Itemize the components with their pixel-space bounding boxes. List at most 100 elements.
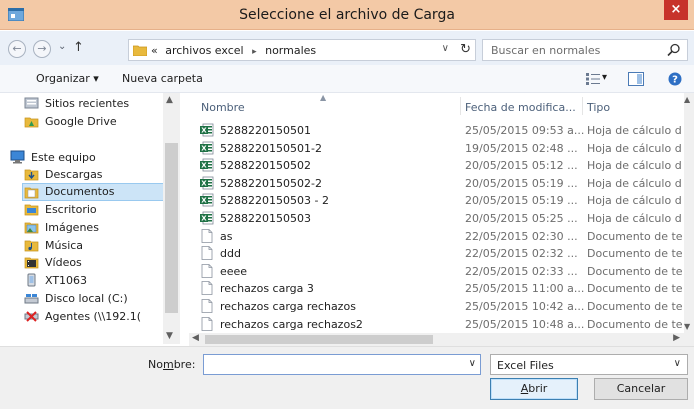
nav-item-network-drive[interactable]: Agentes (\\192.1( bbox=[24, 308, 164, 326]
scroll-up-icon[interactable]: ▲ bbox=[166, 95, 173, 105]
nav-item-local-disk[interactable]: Disco local (C:) bbox=[24, 290, 164, 308]
breadcrumb-item[interactable]: archivos excel bbox=[165, 44, 243, 57]
organize-menu[interactable]: Organizar ▾ bbox=[36, 72, 99, 85]
file-row[interactable]: X 5288220150501-2 19/05/2015 02:48 ... Hoja… bbox=[189, 140, 694, 157]
nav-item-label: Google Drive bbox=[45, 115, 117, 128]
nav-item-downloads[interactable]: Descargas bbox=[24, 166, 164, 184]
title-bar: Seleccione el archivo de Carga × bbox=[0, 0, 694, 30]
address-path[interactable]: « archivos excel ▸ normales ∨ ↻ bbox=[128, 39, 476, 61]
file-type: Hoja de cálculo d bbox=[587, 124, 682, 137]
view-dropdown-icon[interactable]: ▾ bbox=[602, 72, 607, 83]
file-name: 5288220150503 - 2 bbox=[220, 194, 329, 208]
scrollbar-thumb[interactable] bbox=[205, 335, 433, 344]
file-row[interactable]: X 5288220150501 25/05/2015 09:53 a... Hoja … bbox=[189, 122, 694, 139]
file-row[interactable]: eeee 22/05/2015 02:33 ... Documento de te bbox=[189, 263, 694, 280]
file-name: rechazos carga 3 bbox=[220, 282, 314, 296]
nav-item-documents[interactable]: Documentos bbox=[22, 183, 164, 201]
column-header-date[interactable]: Fecha de modifica... bbox=[465, 101, 576, 114]
file-date: 20/05/2015 05:19 ... bbox=[465, 176, 578, 190]
file-row[interactable]: rechazos carga 3 25/05/2015 11:00 a... Doc… bbox=[189, 280, 694, 297]
file-row[interactable]: X 5288220150503 20/05/2015 05:25 ... Hoja d… bbox=[189, 210, 694, 227]
scroll-left-icon[interactable]: ◀ bbox=[192, 333, 199, 343]
excel-file-icon: X bbox=[200, 158, 214, 172]
nav-item-label: Este equipo bbox=[31, 151, 96, 164]
file-date: 22/05/2015 02:33 ... bbox=[465, 264, 578, 278]
file-row[interactable]: X 5288220150503 - 2 20/05/2015 05:19 ... Ho… bbox=[189, 192, 694, 209]
file-row[interactable]: ddd 22/05/2015 02:32 ... Documento de te bbox=[189, 245, 694, 262]
new-folder-button[interactable]: Nueva carpeta bbox=[122, 72, 203, 85]
command-toolbar: Organizar ▾ Nueva carpeta ▾ ? bbox=[0, 65, 694, 93]
scroll-right-icon[interactable]: ▶ bbox=[673, 333, 680, 343]
column-divider[interactable] bbox=[460, 97, 461, 115]
scrollbar-thumb[interactable] bbox=[165, 143, 178, 313]
view-options-icon[interactable] bbox=[586, 73, 600, 85]
nav-item-music[interactable]: Música bbox=[24, 237, 164, 255]
file-row[interactable]: rechazos carga rechazos2 25/05/2015 10:48… bbox=[189, 316, 694, 333]
nav-item-pictures[interactable]: Imágenes bbox=[24, 219, 164, 237]
nav-item-google-drive[interactable]: Google Drive bbox=[24, 113, 164, 131]
recent-locations-dropdown[interactable]: ⌄ bbox=[58, 41, 66, 52]
help-icon[interactable]: ? bbox=[668, 72, 682, 86]
search-placeholder: Buscar en normales bbox=[491, 44, 601, 57]
search-icon[interactable] bbox=[667, 43, 681, 57]
breadcrumb: « archivos excel ▸ normales bbox=[151, 44, 316, 57]
up-button[interactable]: ↑ bbox=[73, 40, 84, 55]
file-row[interactable]: as 22/05/2015 02:30 ... Documento de te bbox=[189, 228, 694, 245]
scroll-down-icon[interactable]: ▼ bbox=[166, 331, 173, 341]
file-type: Documento de te bbox=[587, 300, 683, 313]
address-dropdown-icon[interactable]: ∨ bbox=[442, 43, 449, 54]
back-button[interactable]: ← bbox=[8, 40, 26, 58]
excel-file-icon: X bbox=[200, 141, 214, 154]
column-divider[interactable] bbox=[582, 97, 583, 115]
nav-item-label: Vídeos bbox=[45, 256, 82, 269]
file-type-dropdown-icon[interactable]: ∨ bbox=[674, 358, 681, 369]
navigation-scrollbar[interactable]: ▲ ▼ bbox=[163, 93, 180, 344]
nav-item-xt1063[interactable]: XT1063 bbox=[24, 272, 164, 290]
scroll-up-icon[interactable]: ▲ bbox=[684, 95, 690, 104]
search-input[interactable]: Buscar en normales bbox=[482, 39, 688, 61]
file-list-vertical-scrollbar[interactable]: ▲ ▼ bbox=[684, 93, 694, 333]
file-row[interactable]: X 5288220150502 20/05/2015 05:12 ... Hoja d… bbox=[189, 157, 694, 174]
nav-item-videos[interactable]: Vídeos bbox=[24, 254, 164, 272]
preview-pane-icon[interactable] bbox=[628, 72, 644, 86]
nav-item-this-pc[interactable]: Este equipo bbox=[10, 149, 164, 167]
breadcrumb-item[interactable]: normales bbox=[265, 44, 316, 57]
open-button[interactable]: Abrir bbox=[490, 378, 578, 400]
breadcrumb-overflow[interactable]: « bbox=[151, 44, 158, 57]
column-header-type[interactable]: Tipo bbox=[587, 101, 610, 114]
refresh-icon[interactable]: ↻ bbox=[460, 42, 471, 57]
file-name: eeee bbox=[220, 264, 248, 278]
address-bar: ← → ⌄ ↑ « archivos excel ▸ normales ∨ ↻ … bbox=[0, 31, 694, 65]
file-type: Hoja de cálculo d bbox=[587, 176, 682, 190]
filename-input[interactable]: ∨ bbox=[203, 354, 481, 375]
device-icon bbox=[27, 273, 36, 287]
file-list-horizontal-scrollbar[interactable]: ◀ ▶ bbox=[189, 333, 694, 346]
cancel-button[interactable]: Cancelar bbox=[594, 378, 688, 400]
google-drive-icon bbox=[24, 117, 39, 128]
file-date: 20/05/2015 05:25 ... bbox=[465, 212, 578, 225]
column-header-name[interactable]: Nombre bbox=[201, 101, 245, 114]
scroll-down-icon[interactable]: ▼ bbox=[684, 322, 690, 331]
file-type-select[interactable]: Excel Files ∨ bbox=[490, 354, 688, 375]
text-file-icon bbox=[201, 316, 213, 331]
svg-text:X: X bbox=[201, 215, 207, 223]
text-file-icon bbox=[201, 299, 213, 313]
file-date: 25/05/2015 09:53 a... bbox=[465, 124, 585, 137]
file-row[interactable]: rechazos carga rechazos 25/05/2015 10:42 … bbox=[189, 298, 694, 315]
nav-item-recent-places[interactable]: Sitios recientes bbox=[24, 95, 164, 113]
videos-icon bbox=[24, 257, 39, 269]
filename-dropdown-icon[interactable]: ∨ bbox=[469, 358, 476, 369]
file-row[interactable]: X 5288220150502-2 20/05/2015 05:19 ... Hoja… bbox=[189, 175, 694, 192]
file-date: 22/05/2015 02:32 ... bbox=[465, 247, 578, 261]
nav-item-label: Agentes (\\192.1( bbox=[45, 310, 142, 323]
breadcrumb-separator-icon[interactable]: ▸ bbox=[252, 47, 257, 57]
network-drive-icon bbox=[24, 311, 39, 322]
nav-item-desktop[interactable]: Escritorio bbox=[24, 201, 164, 219]
file-name: 5288220150503 bbox=[220, 212, 311, 225]
close-button[interactable]: × bbox=[664, 0, 688, 20]
forward-button[interactable]: → bbox=[33, 40, 51, 58]
file-date: 25/05/2015 11:00 a... bbox=[465, 282, 585, 296]
svg-text:X: X bbox=[201, 162, 207, 170]
file-type: Hoja de cálculo d bbox=[587, 159, 682, 173]
file-name: rechazos carga rechazos2 bbox=[220, 317, 363, 331]
